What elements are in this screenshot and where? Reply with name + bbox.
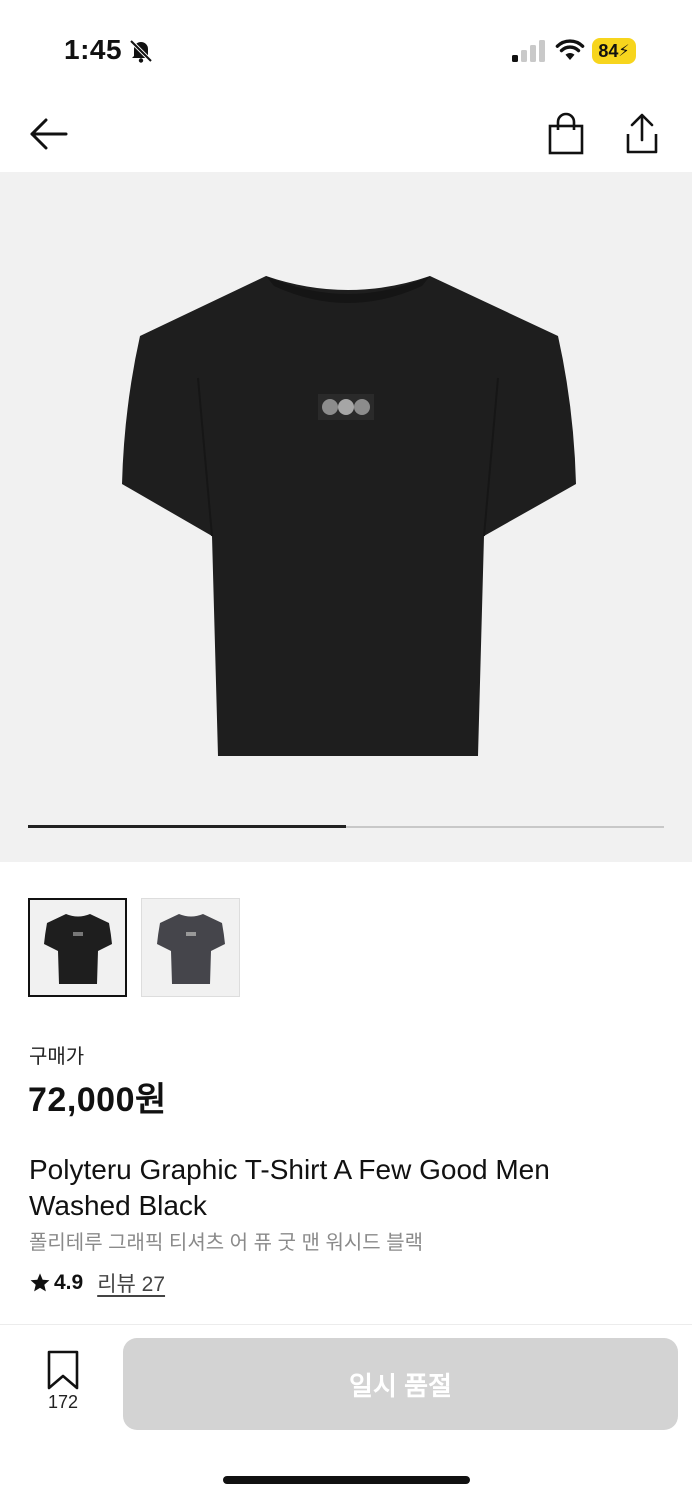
bookmark-count: 172 (47, 1392, 79, 1412)
thumbnail-black-image (43, 913, 112, 984)
product-image-gallery[interactable] (0, 172, 692, 862)
thumbnail-washed-black-image (156, 913, 225, 984)
bell-off-icon (129, 39, 153, 63)
shopping-bag-icon (548, 112, 584, 155)
wifi-icon (555, 39, 585, 60)
thumbnail-black[interactable] (28, 898, 127, 997)
shopping-bag-button[interactable] (546, 112, 586, 156)
back-button[interactable] (26, 114, 72, 154)
home-indicator[interactable] (223, 1476, 470, 1484)
rating-value: 4.9 (54, 1271, 84, 1294)
thumbnail-washed-black[interactable] (141, 898, 240, 997)
arrow-left-icon (30, 118, 68, 150)
battery-level: 84 (598, 40, 619, 61)
bookmark-button[interactable]: 172 (28, 1350, 98, 1420)
product-title-korean: 폴리테루 그래픽 티셔츠 어 퓨 굿 맨 워시드 블랙 (29, 1232, 424, 1254)
price-value: 72,000원 (28, 1081, 167, 1119)
status-bar: 1:45 84 ⚡ (0, 0, 692, 100)
product-title-english: Polyteru Graphic T-Shirt A Few Good Men … (29, 1154, 550, 1221)
battery-indicator: 84 ⚡ (592, 38, 636, 64)
gallery-progress-fill (28, 825, 346, 828)
star-icon (30, 1273, 50, 1292)
charging-icon: ⚡ (618, 43, 630, 60)
cellular-signal-icon (512, 40, 545, 62)
status-time: 1:45 (64, 34, 123, 65)
bookmark-icon (47, 1350, 79, 1390)
top-nav (0, 100, 692, 172)
price-label: 구매가 (29, 1046, 85, 1068)
buy-button-sold-out[interactable]: 일시 품절 (123, 1338, 678, 1430)
thumbnail-strip (28, 898, 240, 998)
rating-row: 4.9 리뷰 27 (29, 1268, 165, 1298)
share-button[interactable] (620, 110, 664, 156)
share-icon (626, 113, 658, 154)
bottom-bar-divider (0, 1324, 692, 1325)
product-image-black-tshirt (122, 276, 576, 756)
review-link[interactable]: 리뷰 27 (97, 1268, 165, 1298)
gallery-progress (28, 825, 664, 828)
